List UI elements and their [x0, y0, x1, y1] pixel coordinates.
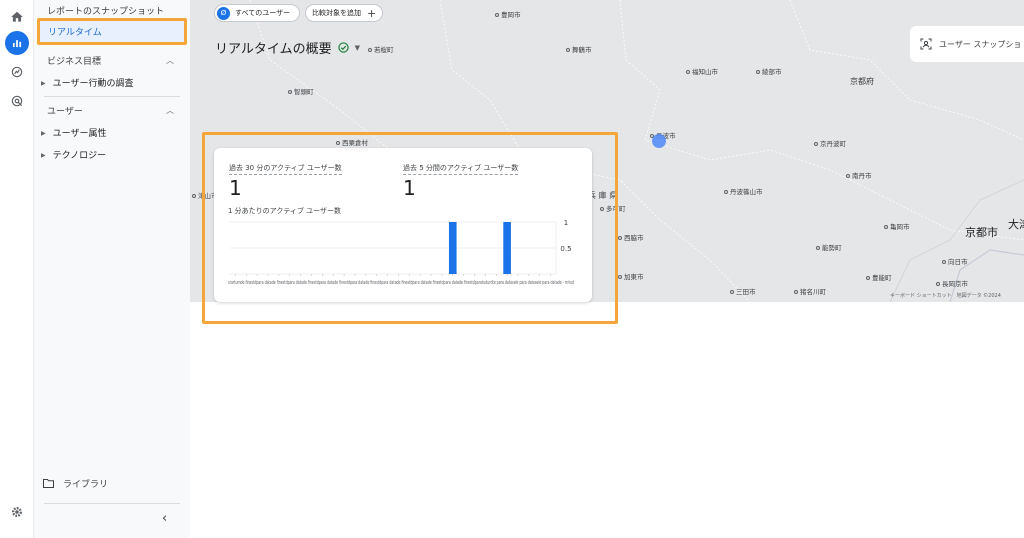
place-dot-icon	[566, 48, 570, 52]
map-place-label: 若桜町	[368, 44, 394, 54]
place-dot-icon	[618, 236, 622, 240]
map-place-label: 綾部市	[756, 66, 782, 76]
active-users-per-minute-chart[interactable]: 1 0.5 srartumde finestdpara datade finestd…	[226, 216, 576, 292]
sidebar-item-user-behavior[interactable]: ▶ ユーザー行動の調査	[41, 76, 133, 89]
map-place-label: 豊能町	[866, 272, 892, 282]
sidebar-item-demographics[interactable]: ▶ ユーザー属性	[41, 126, 106, 139]
map-place-label: 西脇市	[618, 232, 644, 242]
place-dot-icon	[368, 48, 372, 52]
sidebar-item-technology[interactable]: ▶ テクノロジー	[41, 148, 106, 161]
place-dot-icon	[192, 194, 196, 198]
settings-icon[interactable]	[5, 500, 29, 524]
place-dot-icon	[816, 246, 820, 250]
segment-badge-icon: Ø	[217, 6, 230, 20]
sidebar-item-report-snapshot[interactable]: レポートのスナップショット	[47, 4, 164, 17]
place-dot-icon	[730, 290, 734, 294]
place-dot-icon	[942, 260, 946, 264]
explore-icon[interactable]	[5, 60, 29, 84]
expand-triangle-icon: ▶	[41, 80, 46, 87]
sidebar-item-realtime[interactable]: リアルタイム	[37, 18, 187, 45]
map-place-label: 舞鶴市	[566, 44, 592, 54]
folder-icon	[43, 479, 54, 488]
map-place-label: 向日市	[942, 256, 968, 266]
active-users-5min-value: 1	[403, 176, 416, 200]
map-place-label: 福知山市	[686, 66, 718, 76]
add-comparison-button[interactable]: 比較対象を追加 +	[305, 4, 383, 22]
user-snapshot-icon	[920, 38, 932, 50]
place-dot-icon	[724, 190, 728, 194]
place-dot-icon	[884, 225, 888, 229]
place-dot-icon	[495, 13, 499, 17]
place-dot-icon	[618, 275, 622, 279]
place-dot-icon	[814, 142, 818, 146]
map-attribution[interactable]: キーボード ショートカット 地図データ ©2024	[890, 292, 1001, 299]
caret-down-icon[interactable]: ▼	[355, 44, 360, 52]
sidebar-section-business-goals[interactable]: ビジネス目標	[47, 54, 101, 67]
map-place-label: 豊岡市	[495, 9, 521, 19]
map-place-label: 長岡京市	[936, 278, 968, 288]
chart-bar	[503, 222, 511, 274]
place-dot-icon	[866, 276, 870, 280]
map-place-label: 南丹市	[846, 170, 872, 180]
map-place-label: 大津	[1008, 218, 1024, 231]
user-location-marker[interactable]	[652, 134, 666, 148]
active-users-30min-label[interactable]: 過去 30 分のアクティブ ユーザー数	[229, 163, 342, 175]
chevron-up-icon[interactable]: ︿	[166, 55, 174, 66]
expand-triangle-icon: ▶	[41, 130, 46, 137]
map-place-label: 能勢町	[816, 242, 842, 252]
place-dot-icon	[686, 70, 690, 74]
nav-rail	[0, 0, 34, 538]
chart-title: 1 分あたりのアクティブ ユーザー数	[228, 207, 341, 215]
sidebar-item-library[interactable]: ライブラリ	[43, 477, 108, 490]
map-place-label: 丹波篠山市	[724, 186, 763, 196]
plus-icon: +	[367, 6, 377, 20]
place-dot-icon	[756, 70, 760, 74]
map-place-label: 加東市	[618, 271, 644, 281]
map-place-label: 京都市	[965, 226, 998, 239]
y-tick-label: 0.5	[560, 245, 571, 253]
map-place-label: 京丹波町	[814, 138, 846, 148]
map-place-label: 猪名川町	[794, 286, 826, 296]
place-dot-icon	[794, 290, 798, 294]
sidebar: レポートのスナップショット リアルタイム ビジネス目標 ︿ ▶ ユーザー行動の調査…	[34, 0, 190, 538]
active-users-5min-label[interactable]: 過去 5 分間のアクティブ ユーザー数	[403, 163, 519, 175]
place-dot-icon	[288, 90, 292, 94]
realtime-users-card: 過去 30 分のアクティブ ユーザー数 1 過去 5 分間のアクティブ ユーザー…	[214, 148, 592, 302]
map-place-label: 三田市	[730, 286, 756, 296]
active-users-30min-value: 1	[229, 176, 242, 200]
y-tick-label: 1	[564, 219, 568, 227]
place-dot-icon	[846, 174, 850, 178]
divider	[44, 503, 180, 504]
advertising-icon[interactable]	[5, 89, 29, 113]
chevron-up-icon[interactable]: ︿	[166, 105, 174, 116]
map-place-label: 亀岡市	[884, 221, 910, 231]
x-tick-labels: srartumde finestdpara datade finestdpara…	[228, 280, 574, 286]
expand-triangle-icon: ▶	[41, 152, 46, 159]
page-title: リアルタイムの概要 ▼	[215, 42, 361, 57]
home-icon[interactable]	[5, 5, 29, 29]
chart-bar	[448, 222, 457, 274]
place-dot-icon	[936, 282, 940, 286]
map-place-label: 京都府	[850, 77, 874, 86]
map-place-label: 智頭町	[288, 86, 314, 96]
reports-icon[interactable]	[5, 31, 29, 55]
sidebar-section-user[interactable]: ユーザー	[47, 104, 83, 117]
check-circle-icon[interactable]	[337, 42, 349, 53]
segment-chip-all-users[interactable]: Ø すべてのユーザー	[214, 4, 300, 22]
user-snapshot-button[interactable]: ユーザー スナップショ	[910, 26, 1024, 62]
divider	[44, 96, 180, 97]
collapse-sidebar-button[interactable]: ‹	[162, 511, 167, 526]
